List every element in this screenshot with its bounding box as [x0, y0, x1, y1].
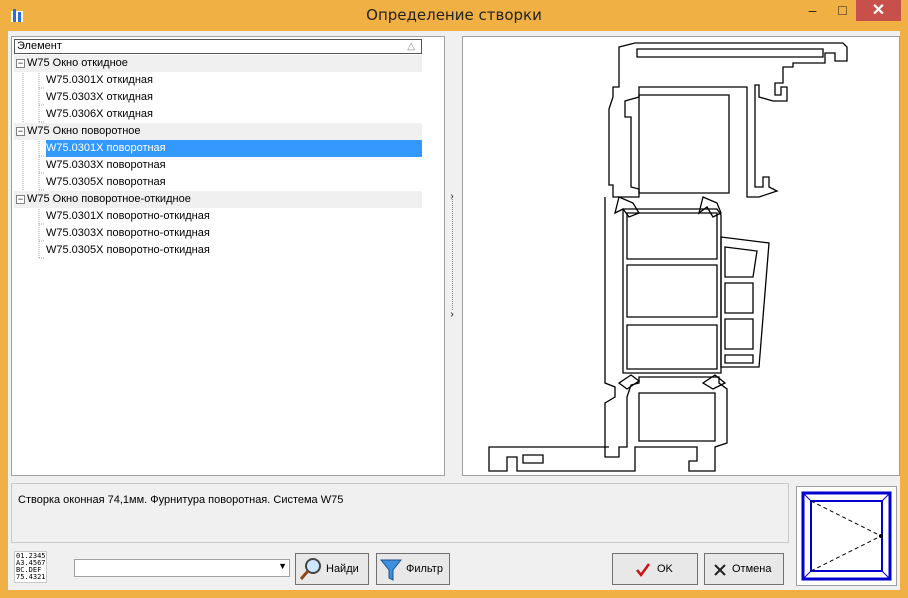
tree-item[interactable]: W75.0306X откидная [46, 106, 153, 123]
collapse-icon[interactable]: − [16, 58, 25, 68]
filter-label: Фильтр [406, 563, 443, 575]
maximize-button[interactable]: □ [829, 0, 856, 21]
tree-group-tilt[interactable]: − W75 Окно откидное [14, 55, 422, 72]
element-tree[interactable]: Элемент △ − W75 Окно откидное W75.0301X … [11, 36, 445, 476]
ok-label: OK [657, 563, 673, 575]
dropdown-arrow-icon[interactable]: ▼ [278, 561, 287, 571]
close-button[interactable]: ✕ [856, 0, 901, 21]
collapse-icon[interactable]: − [16, 126, 25, 136]
filter-button[interactable]: Фильтр [376, 553, 450, 585]
ok-button[interactable]: OK [612, 553, 698, 585]
sash-thumbnail [796, 486, 897, 586]
tree-item[interactable]: W75.0305X поворотно-откидная [46, 242, 210, 259]
collapse-icon[interactable]: − [16, 194, 25, 204]
title-bar[interactable]: Определение створки – □ ✕ [0, 0, 908, 30]
cancel-label: Отмена [732, 563, 772, 575]
tree-group-turn-tilt[interactable]: − W75 Окно поворотное-откидное [14, 191, 422, 208]
find-label: Найди [326, 563, 359, 575]
tree-group-label: W75 Окно откидное [27, 57, 128, 69]
tree-group-turn[interactable]: − W75 Окно поворотное [14, 123, 422, 140]
sort-arrow-icon: △ [407, 41, 415, 52]
profile-drawing [488, 42, 848, 472]
find-button[interactable]: Найди [295, 553, 369, 585]
tree-item[interactable]: W75.0301X откидная [46, 72, 153, 89]
tree-item-selected[interactable]: W75.0301X поворотная [46, 140, 422, 157]
tree-item[interactable]: W75.0303X откидная [46, 89, 153, 106]
funnel-icon [380, 559, 402, 581]
cancel-button[interactable]: Отмена [704, 553, 784, 585]
window-opening-diagram [801, 491, 892, 581]
tree-item[interactable]: W75.0301X поворотно-откидная [46, 208, 210, 225]
description-text: Створка оконная 74,1мм. Фурнитура поворо… [18, 494, 344, 506]
minimize-button[interactable]: – [799, 0, 826, 21]
panel-splitter[interactable]: › › [447, 181, 459, 326]
dialog-client: Элемент △ − W75 Окно откидное W75.0301X … [8, 31, 900, 590]
profile-preview [462, 36, 900, 476]
cross-icon [714, 564, 726, 576]
tree-group-label: W75 Окно поворотное [27, 125, 141, 137]
description-panel: Створка оконная 74,1мм. Фурнитура поворо… [11, 483, 789, 543]
splitter-grip [452, 195, 454, 310]
column-header-element[interactable]: Элемент △ [14, 39, 422, 54]
tree-item[interactable]: W75.0303X поворотная [46, 157, 166, 174]
tree-group-label: W75 Окно поворотное-откидное [27, 193, 191, 205]
dialog-window: Определение створки – □ ✕ Элемент △ − W7… [0, 0, 908, 598]
article-code-icon[interactable]: 01.2345 A3.4567 BC.DEF 75.4321 [14, 551, 47, 583]
search-input[interactable]: ▼ [74, 559, 290, 577]
tree-item[interactable]: W75.0305X поворотная [46, 174, 166, 191]
checkmark-icon [636, 563, 651, 578]
tree-item[interactable]: W75.0303X поворотно-откидная [46, 225, 210, 242]
window-title: Определение створки [366, 6, 542, 24]
chevron-right-icon[interactable]: › [448, 309, 456, 321]
magnifier-icon [299, 558, 321, 580]
